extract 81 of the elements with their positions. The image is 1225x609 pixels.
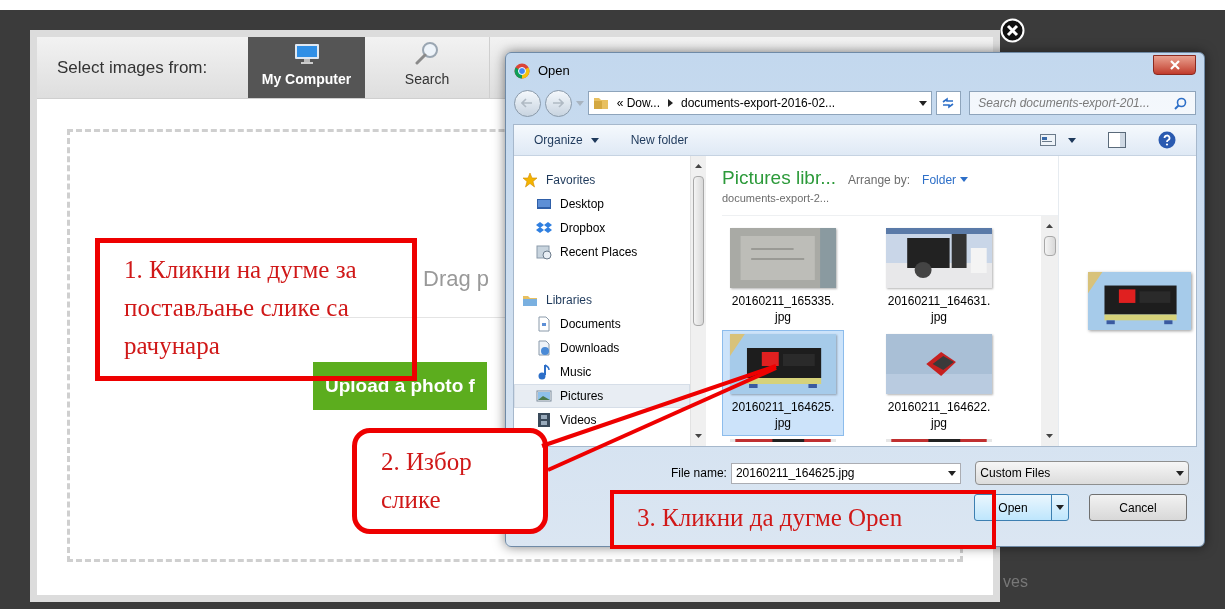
view-options-icon[interactable] (1040, 134, 1056, 146)
source-tab[interactable]: My Computer (248, 37, 365, 98)
dialog-title: Open (538, 61, 570, 80)
arrange-dropdown[interactable]: Folder (922, 170, 969, 189)
open-button[interactable]: Open (974, 494, 1069, 521)
cancel-button[interactable]: Cancel (1089, 494, 1187, 521)
address-field[interactable]: « Dow... documents-export-2016-02... (587, 91, 932, 115)
dropbox-icon (536, 220, 552, 236)
scroll-thumb[interactable] (1043, 235, 1056, 256)
document-icon (536, 316, 552, 332)
nav-item[interactable]: Music (522, 360, 690, 384)
annotation-text: 3. Кликни да дугме Open (637, 503, 904, 533)
nav-item[interactable]: Documents (522, 312, 690, 336)
scroll-down-icon (695, 434, 702, 438)
toolbar-button[interactable]: Organize (534, 131, 599, 149)
scroll-down-icon (1046, 434, 1053, 438)
nav-item[interactable]: Recent Places (522, 240, 690, 264)
dropdown-arrow-icon (590, 137, 599, 143)
dropdown-arrow-icon (960, 177, 969, 182)
scroll-up-icon (695, 164, 702, 168)
close-icon (1169, 59, 1180, 70)
dropdown-arrow-icon (948, 470, 957, 476)
nav-item[interactable]: Dropbox (522, 216, 690, 240)
help-icon[interactable] (1158, 131, 1176, 149)
close-button[interactable] (1153, 54, 1196, 75)
folder-icon (592, 95, 609, 111)
file-item[interactable]: 20160211_165335.jpg (722, 223, 844, 330)
nav-group[interactable]: Favorites (546, 171, 596, 189)
nav-scrollbar[interactable] (690, 156, 706, 446)
annotation-text: 1. Кликни на дугме за постављање слике са рачунара (124, 255, 358, 361)
forward-button[interactable] (544, 89, 572, 117)
dropdown-arrow-icon (575, 100, 584, 106)
forward-arrow-icon (552, 98, 565, 108)
source-tab[interactable]: Search (365, 37, 490, 98)
folder-clock-icon (536, 244, 552, 260)
back-button[interactable] (514, 89, 541, 117)
library-subtitle: documents-export-2... (722, 191, 830, 206)
arrange-label: Arrange by: (848, 171, 911, 189)
file-list-scrollbar[interactable] (1041, 215, 1058, 446)
annotation-text: 2. Избор слике (381, 447, 473, 515)
scroll-up-icon (1046, 223, 1053, 228)
source-label: Select images from: (56, 56, 209, 79)
refresh-button[interactable] (935, 91, 962, 115)
star-icon (522, 172, 538, 188)
preview-pane-icon[interactable] (1108, 132, 1126, 148)
close-icon[interactable] (1000, 18, 1025, 43)
toolbar-button[interactable]: New folder (630, 131, 689, 149)
background-text: ves (1003, 572, 1028, 592)
file-name-label: File name: (669, 465, 727, 482)
library-title: Pictures libr... (722, 166, 837, 190)
breadcrumb[interactable]: documents-export-2016-02... (681, 94, 836, 112)
music-note-icon (536, 364, 552, 380)
breadcrumb[interactable]: « Dow... (616, 94, 660, 112)
file-type-dropdown[interactable]: Custom Files (975, 461, 1189, 485)
picture-folder-icon (536, 388, 552, 404)
nav-group[interactable]: Libraries (546, 291, 593, 309)
dropdown-arrow-icon (1056, 505, 1064, 510)
file-item[interactable]: 20160211_164622.jpg (878, 329, 1000, 436)
search-field[interactable]: Search documents-export-201... (969, 91, 1196, 115)
dropdown-arrow-icon (918, 100, 927, 106)
refresh-icon (941, 97, 956, 109)
breadcrumb-arrow-icon (668, 99, 673, 107)
nav-item[interactable]: Desktop (522, 192, 690, 216)
film-icon (536, 412, 552, 428)
dropdown-arrow-icon (1176, 470, 1184, 476)
file-item[interactable]: 20160211_164625.jpg (722, 329, 844, 436)
drop-hint: Drag p (423, 266, 490, 291)
file-name-field[interactable]: 20160211_164625.jpg (730, 462, 962, 484)
scroll-thumb[interactable] (693, 176, 704, 326)
download-folder-icon (536, 340, 552, 356)
monitor-icon (293, 43, 320, 65)
file-item[interactable]: 20160211_164631.jpg (878, 223, 1000, 330)
browser-logo-icon (514, 62, 530, 79)
nav-item[interactable]: Downloads (522, 336, 690, 360)
desktop-icon (536, 196, 552, 212)
search-icon (1174, 96, 1187, 110)
nav-item[interactable]: Pictures (514, 384, 690, 408)
back-arrow-icon (521, 98, 534, 108)
search-icon (414, 41, 440, 65)
nav-item[interactable]: Videos (522, 408, 690, 432)
dropdown-arrow-icon (1068, 137, 1076, 143)
